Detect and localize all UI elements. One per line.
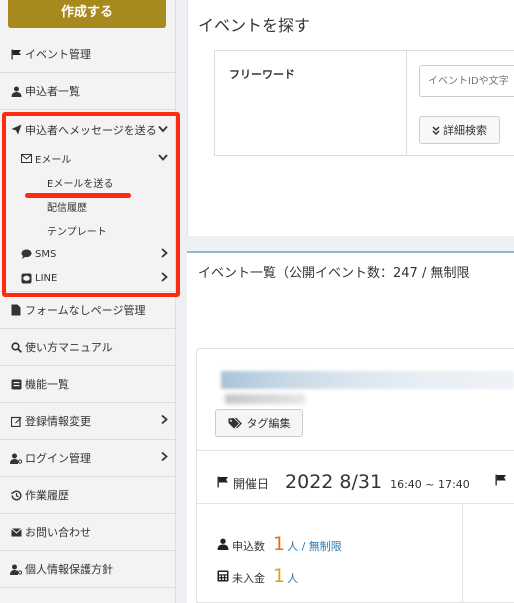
send-icon bbox=[10, 124, 22, 136]
event-card: タグ編集 開催日 2022 8/31 16:40 ~ 17:40 申込数 1 人… bbox=[196, 348, 514, 603]
detail-search-label: 詳細検索 bbox=[443, 124, 487, 137]
sidebar-item-applicants[interactable]: 申込者一覧 bbox=[0, 73, 176, 110]
user-key-icon bbox=[10, 452, 22, 464]
date-value: 2022 8/31 bbox=[285, 471, 383, 493]
chevron-right-icon bbox=[161, 414, 168, 428]
divider bbox=[462, 504, 463, 603]
chevron-right-icon bbox=[161, 247, 168, 261]
blurred-event-title[interactable] bbox=[221, 371, 514, 389]
flag-icon bbox=[495, 474, 507, 489]
sidebar-item-send-message[interactable]: 申込者へメッセージを送る bbox=[0, 111, 176, 148]
sidebar-item-label: フォームなしページ管理 bbox=[25, 304, 146, 317]
search-title: イベントを探す bbox=[198, 16, 311, 35]
unpaid-count: 1 bbox=[273, 565, 286, 587]
sidebar-item-label: 個人情報保護方針 bbox=[25, 563, 113, 576]
unpaid-unit[interactable]: 人 bbox=[287, 570, 298, 586]
file-icon bbox=[10, 304, 22, 316]
time-value: 16:40 ~ 17:40 bbox=[390, 478, 470, 491]
chevron-down-icon bbox=[158, 124, 168, 135]
sidebar-item-label: 登録情報変更 bbox=[25, 415, 91, 428]
history-icon bbox=[10, 489, 22, 501]
edit-icon bbox=[10, 415, 22, 427]
sidebar-item-work-history[interactable]: 作業履歴 bbox=[0, 477, 176, 514]
search-panel: イベントを探す フリーワード 詳細検索 bbox=[187, 0, 514, 236]
envelope-icon bbox=[21, 153, 32, 163]
calculator-icon bbox=[217, 570, 229, 582]
search-form: フリーワード 詳細検索 bbox=[214, 50, 514, 156]
sidebar-item-label: ログイン管理 bbox=[25, 452, 91, 465]
sidebar-item-label: お問い合わせ bbox=[25, 526, 91, 539]
applicants-count: 1 bbox=[273, 533, 286, 555]
sidebar-item-label: 作業履歴 bbox=[25, 489, 69, 502]
sidebar-item-label: イベント管理 bbox=[25, 48, 91, 61]
submenu-sms[interactable]: SMS bbox=[0, 242, 176, 266]
tag-edit-label: タグ編集 bbox=[246, 417, 291, 430]
submenu-line-label: LINE bbox=[35, 272, 58, 284]
sidebar-item-contact[interactable]: お問い合わせ bbox=[0, 514, 176, 551]
submenu-email[interactable]: Eメール bbox=[0, 146, 176, 170]
sidebar-item-label: 機能一覧 bbox=[25, 378, 69, 391]
tag-edit-button[interactable]: タグ編集 bbox=[215, 409, 303, 437]
submenu-line[interactable]: LINE bbox=[0, 266, 176, 290]
search-icon bbox=[10, 341, 22, 353]
line-icon bbox=[21, 273, 32, 284]
applicants-unit[interactable]: 人 / 無制限 bbox=[287, 538, 342, 554]
tag-icon bbox=[228, 417, 244, 429]
chevron-right-icon bbox=[161, 451, 168, 465]
sidebar-item-login-management[interactable]: ログイン管理 bbox=[0, 440, 176, 477]
user-key-icon bbox=[10, 563, 22, 575]
date-label: 開催日 bbox=[233, 477, 270, 491]
create-button[interactable]: 作成する bbox=[8, 0, 166, 28]
divider bbox=[406, 51, 407, 155]
divider bbox=[197, 450, 514, 451]
envelope-icon bbox=[10, 526, 22, 538]
sidebar-item-label: 申込者一覧 bbox=[25, 85, 80, 98]
submenu-email-label: Eメール bbox=[35, 154, 72, 166]
blurred-event-subtitle bbox=[225, 394, 305, 404]
submenu-sms-label: SMS bbox=[35, 248, 57, 260]
submenu-send-email[interactable]: Eメールを送る bbox=[0, 170, 176, 194]
submenu-template[interactable]: テンプレート bbox=[0, 218, 176, 242]
event-date-row: 開催日 2022 8/31 16:40 ~ 17:40 bbox=[217, 471, 470, 493]
submenu-delivery-history-label: 配信履歴 bbox=[47, 202, 87, 214]
freeword-input[interactable] bbox=[419, 65, 514, 97]
sidebar-item-label: 申込者へメッセージを送る bbox=[25, 123, 157, 137]
applicants-label: 申込数 bbox=[232, 540, 265, 553]
flag-icon bbox=[217, 476, 229, 488]
sidebar: 作成する イベント管理 申込者一覧 申込者へメッセージを送る Eメール Eメール… bbox=[0, 0, 176, 603]
sidebar-item-edit-registration[interactable]: 登録情報変更 bbox=[0, 403, 176, 440]
sidebar-item-label: 使い方マニュアル bbox=[25, 341, 113, 354]
divider bbox=[197, 503, 514, 504]
sidebar-item-manual[interactable]: 使い方マニュアル bbox=[0, 329, 176, 366]
sidebar-item-features[interactable]: 機能一覧 bbox=[0, 366, 176, 403]
user-icon bbox=[10, 85, 22, 97]
sidebar-item-formless-pages[interactable]: フォームなしページ管理 bbox=[0, 292, 176, 329]
sidebar-item-privacy-policy[interactable]: 個人情報保護方針 bbox=[0, 551, 176, 588]
submenu-template-label: テンプレート bbox=[47, 226, 107, 238]
chat-icon bbox=[21, 249, 32, 259]
detail-search-button[interactable]: 詳細検索 bbox=[419, 116, 500, 144]
list-icon bbox=[10, 378, 22, 390]
unpaid-stat: 未入金 1 人 bbox=[217, 565, 298, 587]
double-chevron-down-icon bbox=[432, 125, 440, 135]
freeword-label: フリーワード bbox=[229, 68, 295, 81]
chevron-down-icon bbox=[158, 153, 168, 164]
flag-icon bbox=[10, 48, 22, 60]
unpaid-label: 未入金 bbox=[232, 572, 265, 585]
sidebar-item-event-management[interactable]: イベント管理 bbox=[0, 36, 176, 73]
submenu-send-email-label: Eメールを送る bbox=[47, 178, 114, 190]
highlight-underline bbox=[25, 193, 131, 198]
chevron-right-icon bbox=[161, 271, 168, 285]
event-list-title: イベント一覧（公開イベント数：247 / 無制限 bbox=[198, 266, 470, 281]
user-icon bbox=[217, 538, 229, 550]
applicants-stat: 申込数 1 人 / 無制限 bbox=[217, 533, 342, 555]
